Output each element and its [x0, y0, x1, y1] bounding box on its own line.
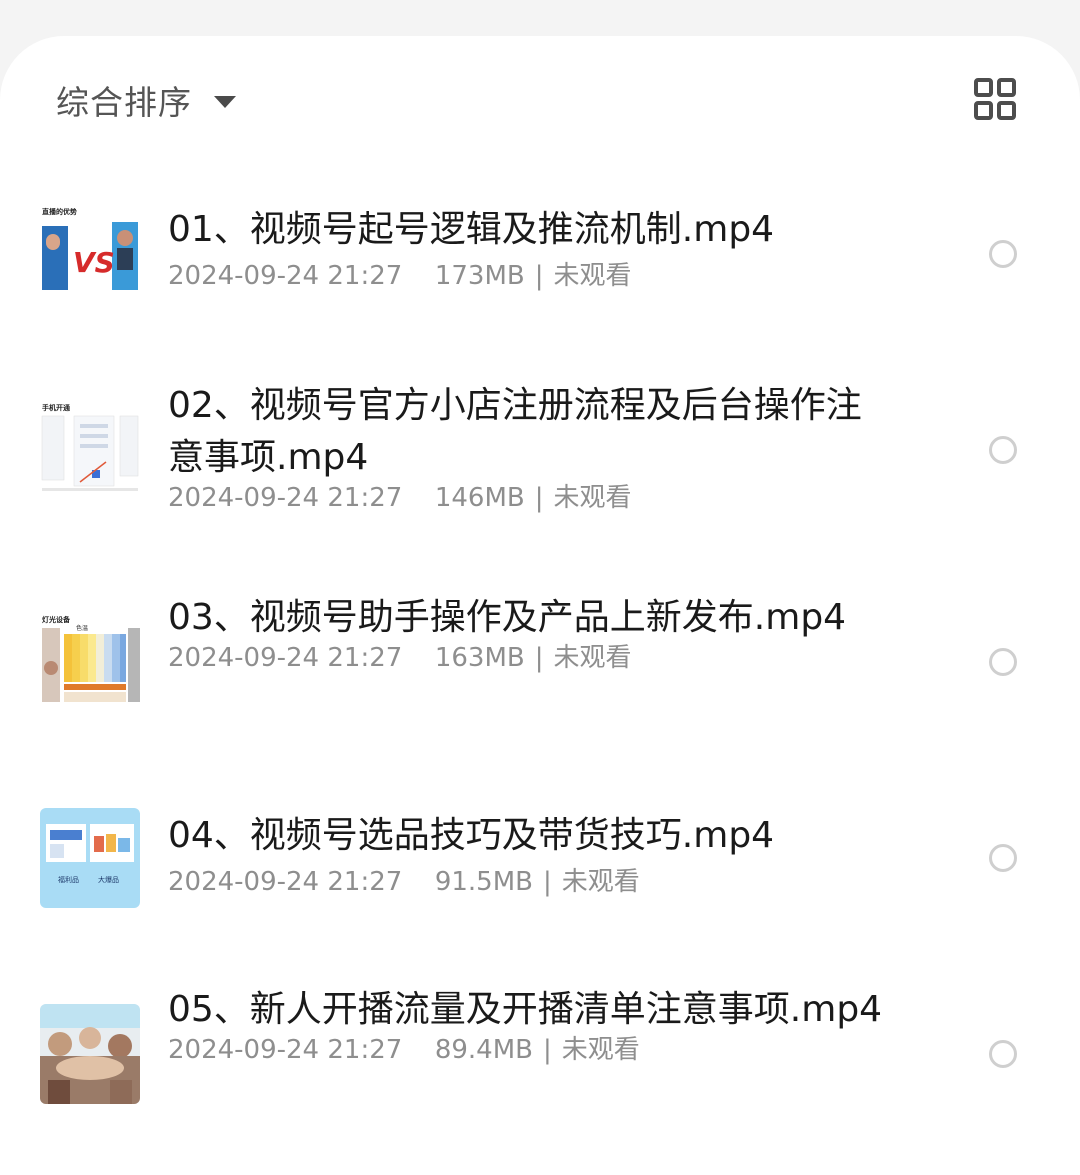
- file-size: 91.5MB: [434, 867, 533, 897]
- sort-dropdown[interactable]: 综合排序: [56, 78, 236, 122]
- list-item[interactable]: 灯光设备 色温 03、视频号助手操作及产品上新发布.mp4 2024-09-24…: [0, 592, 1080, 742]
- file-title: 02、视频号官方小店注册流程及后台操作注意事项.mp4: [168, 385, 862, 478]
- file-meta: 2024-09-24 21:27 163MB | 未观看: [168, 640, 888, 676]
- meta-separator: |: [543, 1035, 552, 1065]
- video-thumbnail: [40, 1004, 140, 1104]
- file-title: 01、视频号起号逻辑及推流机制.mp4: [168, 209, 775, 250]
- sort-label: 综合排序: [56, 83, 192, 122]
- list-item[interactable]: 直播的优势 VS 01、视频号起号逻辑及推流机制.mp4 2024-09-24 …: [0, 196, 1080, 316]
- meta-separator: |: [534, 643, 544, 673]
- file-title: 05、新人开播流量及开播清单注意事项.mp4: [168, 989, 883, 1030]
- file-date: 2024-09-24 21:27: [168, 643, 403, 673]
- file-meta: 2024-09-24 21:27 89.4MB | 未观看: [168, 1032, 888, 1068]
- file-date: 2024-09-24 21:27: [168, 483, 403, 513]
- thumb-label: 大爆品: [98, 875, 119, 884]
- file-meta: 2024-09-24 21:27 91.5MB | 未观看: [168, 864, 888, 900]
- file-date: 2024-09-24 21:27: [168, 1035, 403, 1065]
- meta-separator: |: [534, 261, 544, 291]
- file-date: 2024-09-24 21:27: [168, 867, 403, 897]
- watch-status: 未观看: [553, 483, 632, 513]
- file-title: 04、视频号选品技巧及带货技巧.mp4: [168, 815, 775, 856]
- watch-status: 未观看: [561, 867, 640, 897]
- file-size: 146MB: [434, 483, 525, 513]
- select-radio[interactable]: [989, 1040, 1017, 1068]
- select-radio[interactable]: [989, 240, 1017, 268]
- file-size: 173MB: [434, 261, 525, 291]
- watch-status: 未观看: [553, 261, 632, 291]
- thumb-header: 手机开通: [42, 403, 71, 412]
- file-date: 2024-09-24 21:27: [168, 261, 403, 291]
- list-item[interactable]: 05、新人开播流量及开播清单注意事项.mp4 2024-09-24 21:27 …: [0, 984, 1080, 1134]
- video-thumbnail: 灯光设备 色温: [40, 612, 140, 712]
- thumb-label: 福利品: [58, 875, 79, 884]
- file-size: 89.4MB: [434, 1035, 533, 1065]
- watch-status: 未观看: [553, 643, 632, 673]
- list-item[interactable]: 福利品 大爆品 04、视频号选品技巧及带货技巧.mp4 2024-09-24 2…: [0, 808, 1080, 918]
- select-radio[interactable]: [989, 436, 1017, 464]
- caret-down-icon: [214, 96, 236, 108]
- file-meta: 2024-09-24 21:27 146MB | 未观看: [168, 480, 888, 516]
- select-radio[interactable]: [989, 648, 1017, 676]
- thumb-header: 灯光设备: [42, 615, 71, 624]
- file-title: 03、视频号助手操作及产品上新发布.mp4: [168, 597, 847, 638]
- video-thumbnail: 福利品 大爆品: [40, 808, 140, 908]
- thumb-label: 色温: [76, 624, 88, 632]
- grid-view-icon[interactable]: [974, 78, 1016, 120]
- watch-status: 未观看: [561, 1035, 640, 1065]
- list-item[interactable]: 手机开通 02、视频号官方小店注册流程及后台操作注意事项.mp4 2024-09…: [0, 380, 1080, 530]
- svg-text:VS: VS: [73, 246, 115, 279]
- thumb-header: 直播的优势: [42, 207, 77, 216]
- meta-separator: |: [543, 867, 552, 897]
- list-toolbar: 综合排序: [0, 36, 1080, 164]
- video-thumbnail: 直播的优势 VS: [40, 204, 140, 304]
- video-thumbnail: 手机开通: [40, 400, 140, 500]
- file-size: 163MB: [434, 643, 525, 673]
- select-radio[interactable]: [989, 844, 1017, 872]
- meta-separator: |: [534, 483, 544, 513]
- file-meta: 2024-09-24 21:27 173MB | 未观看: [168, 258, 888, 294]
